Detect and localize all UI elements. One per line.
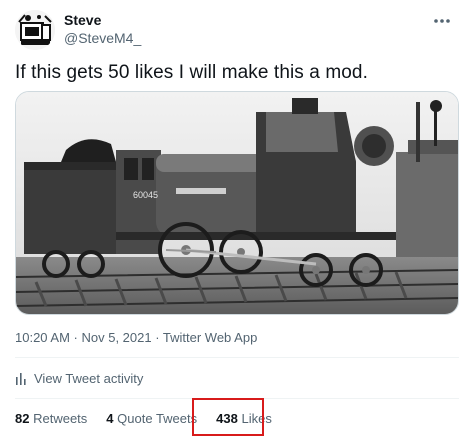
- retweets-label: Retweets: [33, 411, 88, 426]
- tweet-card: Steve @SteveM4_ If this gets 50 likes I …: [0, 0, 474, 447]
- tweet-media-photo[interactable]: 60045: [15, 91, 459, 315]
- view-tweet-activity-link[interactable]: View Tweet activity: [15, 371, 143, 386]
- display-name[interactable]: Steve: [64, 12, 101, 28]
- retweets-stat[interactable]: 82 Retweets: [15, 411, 87, 426]
- likes-highlight-box: [192, 398, 264, 436]
- more-horizontal-icon[interactable]: [430, 9, 454, 33]
- cartoon-computer-avatar-icon: [15, 10, 55, 50]
- quote-tweets-stat[interactable]: 4 Quote Tweets: [106, 411, 197, 426]
- avatar[interactable]: [15, 10, 55, 50]
- tweet-timestamp[interactable]: 10:20 AM · Nov 5, 2021 · Twitter Web App: [15, 330, 257, 345]
- locomotive-photo: 60045: [16, 92, 458, 314]
- retweets-count: 82: [15, 411, 30, 426]
- divider: [15, 357, 459, 358]
- user-handle[interactable]: @SteveM4_: [64, 30, 141, 46]
- quote-tweets-count: 4: [106, 411, 114, 426]
- bar-chart-icon: [16, 372, 26, 385]
- tweet-text: If this gets 50 likes I will make this a…: [15, 62, 368, 83]
- quote-tweets-label: Quote Tweets: [117, 411, 198, 426]
- view-tweet-activity-label: View Tweet activity: [34, 371, 144, 386]
- loco-number-label: 60045: [133, 190, 158, 200]
